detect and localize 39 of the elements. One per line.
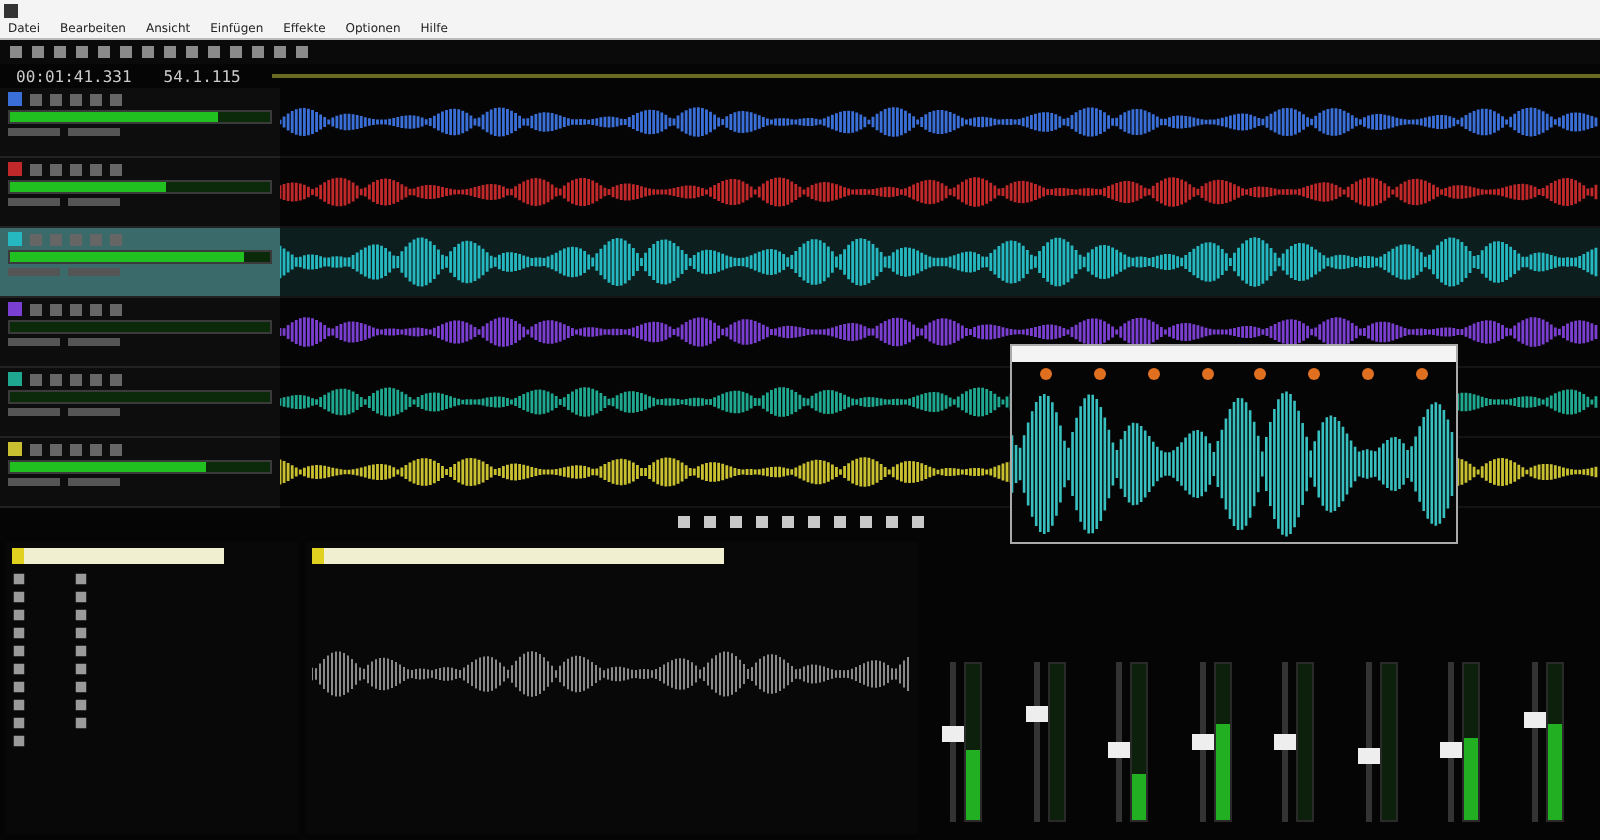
marker-icon[interactable] (1201, 368, 1214, 380)
marker-icon[interactable] (1361, 368, 1374, 380)
volume-slider[interactable] (8, 128, 60, 136)
fader-handle[interactable] (1274, 734, 1296, 750)
fader-handle[interactable] (1440, 741, 1462, 758)
pan-slider[interactable] (68, 478, 120, 486)
track-header[interactable] (0, 88, 280, 158)
volume-slider[interactable] (8, 198, 60, 206)
volume-slider[interactable] (8, 338, 60, 346)
marker-icon[interactable] (1040, 368, 1053, 380)
app-icon (4, 3, 18, 17)
fader-handle[interactable] (1357, 748, 1379, 765)
volume-slider[interactable] (8, 478, 60, 486)
meter-fill (966, 749, 980, 820)
track-header[interactable] (0, 438, 280, 508)
time-position: 00:01:41.331 (16, 67, 132, 85)
pan-slider[interactable] (68, 128, 120, 136)
fader-handle[interactable] (1523, 712, 1545, 729)
fader-handle[interactable] (1191, 734, 1213, 750)
track-header[interactable] (0, 158, 280, 228)
pan-slider[interactable] (68, 198, 120, 206)
meter-fill (1464, 738, 1478, 820)
marker-icon[interactable] (1415, 368, 1428, 380)
fader-handle[interactable] (942, 726, 964, 743)
marker-icon[interactable] (1254, 368, 1267, 380)
fader-handle[interactable] (1108, 741, 1130, 758)
meter-fill (1132, 773, 1146, 820)
pan-slider[interactable] (68, 408, 120, 416)
marker-icon[interactable] (1147, 368, 1160, 380)
track-header[interactable] (0, 368, 280, 438)
marker-icon[interactable] (1308, 368, 1321, 380)
bar-position: 54.1.115 (163, 67, 241, 85)
meter-fill (1215, 723, 1229, 820)
pan-slider[interactable] (68, 338, 120, 346)
fader-handle[interactable] (1025, 705, 1047, 722)
meter-fill (1547, 723, 1561, 820)
volume-slider[interactable] (8, 408, 60, 416)
marker-icon[interactable] (1094, 368, 1107, 380)
track-header[interactable] (0, 298, 280, 368)
